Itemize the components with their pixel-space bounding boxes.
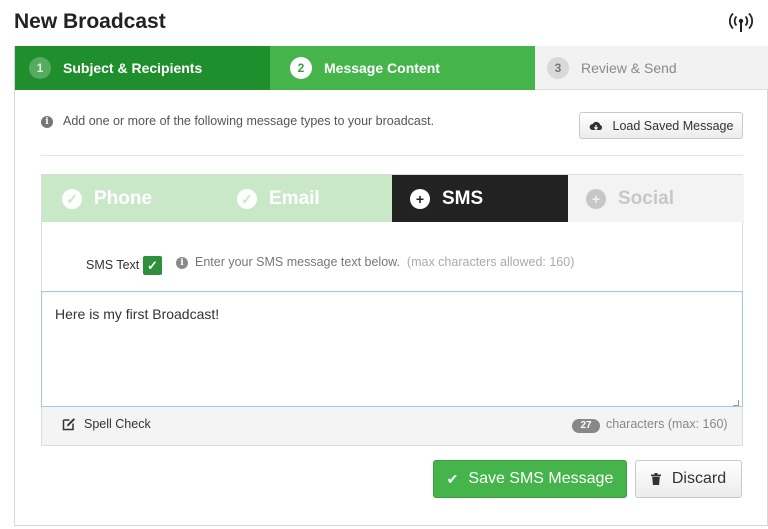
sms-content-box: SMS Text ✓ i Enter your SMS message text… — [41, 222, 743, 446]
spell-check-button[interactable]: Spell Check — [62, 417, 151, 431]
tab-sms[interactable]: + SMS — [392, 175, 568, 223]
message-type-tabs: ✓ Phone ✓ Email + SMS + Social — [41, 174, 744, 234]
tab-social[interactable]: + Social — [568, 175, 744, 223]
tab-label: Phone — [94, 188, 153, 209]
sms-enabled-checkbox[interactable]: ✓ — [143, 256, 162, 275]
tab-label: Social — [618, 188, 674, 209]
step-message-content[interactable]: 2 Message Content — [270, 46, 535, 90]
trash-icon — [650, 473, 661, 485]
discard-label: Discard — [671, 470, 727, 487]
spell-check-label: Spell Check — [84, 417, 151, 431]
sms-hint: Enter your SMS message text below. (max … — [195, 255, 574, 269]
plus-circle-icon: + — [586, 189, 606, 209]
page-title: New Broadcast — [14, 10, 166, 33]
broadcast-antenna-icon — [729, 12, 753, 32]
step-number: 1 — [29, 57, 51, 79]
broadcast-panel: 1 Subject & Recipients 2 Message Content… — [14, 46, 768, 526]
check-icon: ✔ — [446, 470, 459, 487]
step-label: Message Content — [324, 60, 440, 76]
tab-phone[interactable]: ✓ Phone — [42, 175, 217, 223]
tab-email[interactable]: ✓ Email — [217, 175, 392, 223]
check-circle-icon: ✓ — [62, 189, 82, 209]
step-label: Subject & Recipients — [63, 60, 203, 76]
info-text: Add one or more of the following message… — [63, 114, 435, 128]
sms-hint-text: Enter your SMS message text below. — [195, 255, 400, 269]
character-count-badge: 27 — [572, 419, 600, 433]
save-sms-message-button[interactable]: ✔ Save SMS Message — [433, 460, 627, 498]
info-icon: i — [176, 257, 188, 269]
step-label: Review & Send — [581, 60, 677, 76]
textarea-resize-handle[interactable] — [733, 400, 739, 406]
sms-hint-max: (max characters allowed: 160) — [406, 255, 575, 269]
sms-footer: Spell Check 27 characters (max: 160) — [42, 407, 742, 445]
wizard-steps: 1 Subject & Recipients 2 Message Content… — [15, 46, 768, 90]
info-row: i Add one or more of the following messa… — [41, 112, 743, 156]
sms-message-textarea[interactable]: Here is my first Broadcast! — [41, 291, 743, 407]
discard-button[interactable]: Discard — [635, 460, 742, 498]
edit-pencil-icon — [62, 418, 75, 431]
info-icon: i — [41, 116, 53, 128]
page-header: New Broadcast — [0, 0, 768, 44]
plus-circle-icon: + — [410, 189, 430, 209]
tab-label: Email — [269, 188, 320, 209]
step-arrow — [517, 46, 535, 90]
character-count-text: characters (max: 160) — [606, 417, 728, 431]
save-label: Save SMS Message — [468, 470, 614, 487]
step-review-send[interactable]: 3 Review & Send — [545, 46, 768, 90]
check-circle-icon: ✓ — [237, 189, 257, 209]
load-saved-message-label: Load Saved Message — [612, 118, 734, 133]
load-saved-message-button[interactable]: Load Saved Message — [579, 112, 743, 139]
sms-text-label: SMS Text — [86, 258, 140, 272]
step-number: 3 — [547, 57, 569, 79]
step-number: 2 — [290, 57, 312, 79]
cloud-download-icon — [589, 121, 602, 130]
tab-label: SMS — [442, 188, 484, 209]
step-subject-recipients[interactable]: 1 Subject & Recipients — [15, 46, 287, 90]
